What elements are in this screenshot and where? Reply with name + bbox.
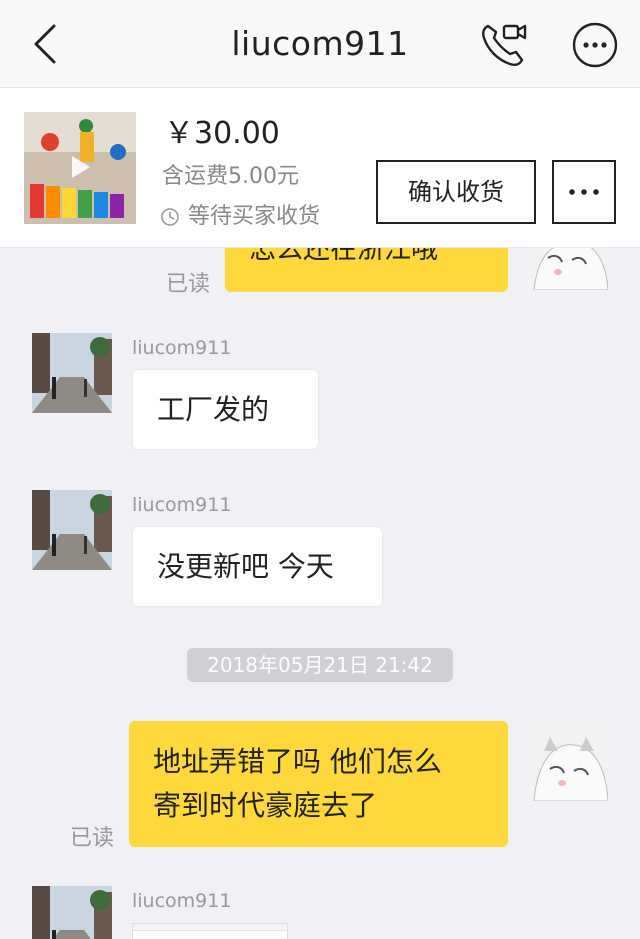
message-bubble-incoming[interactable]: 没更新吧 今天 bbox=[132, 526, 383, 607]
video-call-icon bbox=[482, 24, 527, 66]
message-bubble-outgoing[interactable]: 怎么还在浙江哦 bbox=[225, 248, 508, 292]
cat-avatar-image bbox=[528, 721, 608, 801]
message-line: 地址弄错了吗 他们怎么 bbox=[153, 745, 442, 778]
order-price: ￥30.00 bbox=[164, 116, 280, 151]
more-icon bbox=[572, 22, 618, 68]
message-bubble-outgoing[interactable]: 地址弄错了吗 他们怎么 寄到时代豪庭去了 bbox=[129, 721, 508, 847]
more-options-button[interactable] bbox=[572, 22, 618, 68]
sender-name: liucom911 bbox=[132, 494, 232, 516]
street-avatar-image bbox=[32, 333, 112, 413]
my-avatar[interactable] bbox=[528, 721, 608, 801]
order-status-text: 等待买家收货 bbox=[188, 204, 321, 229]
message-bubble-incoming[interactable]: 工厂发的 bbox=[132, 369, 319, 450]
product-thumbnail[interactable] bbox=[24, 112, 136, 224]
order-summary: ￥30.00 含运费5.00元 等待买家收货 确认收货 bbox=[0, 88, 640, 248]
chat-area[interactable]: 已读 怎么还在浙江哦 liucom911 工厂发的 liucom911 没更新吧… bbox=[0, 248, 640, 939]
clock-icon bbox=[161, 208, 179, 226]
shipping-fee: 含运费5.00元 bbox=[162, 164, 299, 189]
sender-name: liucom911 bbox=[132, 337, 232, 359]
my-avatar[interactable] bbox=[528, 248, 608, 290]
timestamp-badge: 2018年05月21日 21:42 bbox=[187, 648, 453, 682]
read-receipt: 已读 bbox=[70, 826, 115, 851]
product-image bbox=[24, 112, 136, 224]
page-title: liucom911 bbox=[231, 24, 409, 63]
read-receipt: 已读 bbox=[166, 272, 211, 297]
street-avatar-image bbox=[32, 886, 112, 939]
contact-avatar[interactable] bbox=[32, 886, 112, 939]
image-status-strip bbox=[133, 924, 287, 931]
message-line: 寄到时代豪庭去了 bbox=[153, 789, 378, 822]
order-more-button[interactable] bbox=[552, 160, 616, 224]
street-avatar-image bbox=[32, 490, 112, 570]
more-dots-icon bbox=[569, 189, 599, 195]
message-image[interactable] bbox=[132, 923, 288, 939]
sender-name: liucom911 bbox=[132, 890, 232, 912]
contact-avatar[interactable] bbox=[32, 490, 112, 570]
confirm-receipt-button[interactable]: 确认收货 bbox=[376, 160, 536, 224]
order-status: 等待买家收货 bbox=[160, 198, 320, 230]
chat-header: liucom911 bbox=[0, 0, 640, 88]
contact-avatar[interactable] bbox=[32, 333, 112, 413]
cat-avatar-image bbox=[528, 248, 608, 290]
video-call-button[interactable] bbox=[480, 20, 528, 68]
